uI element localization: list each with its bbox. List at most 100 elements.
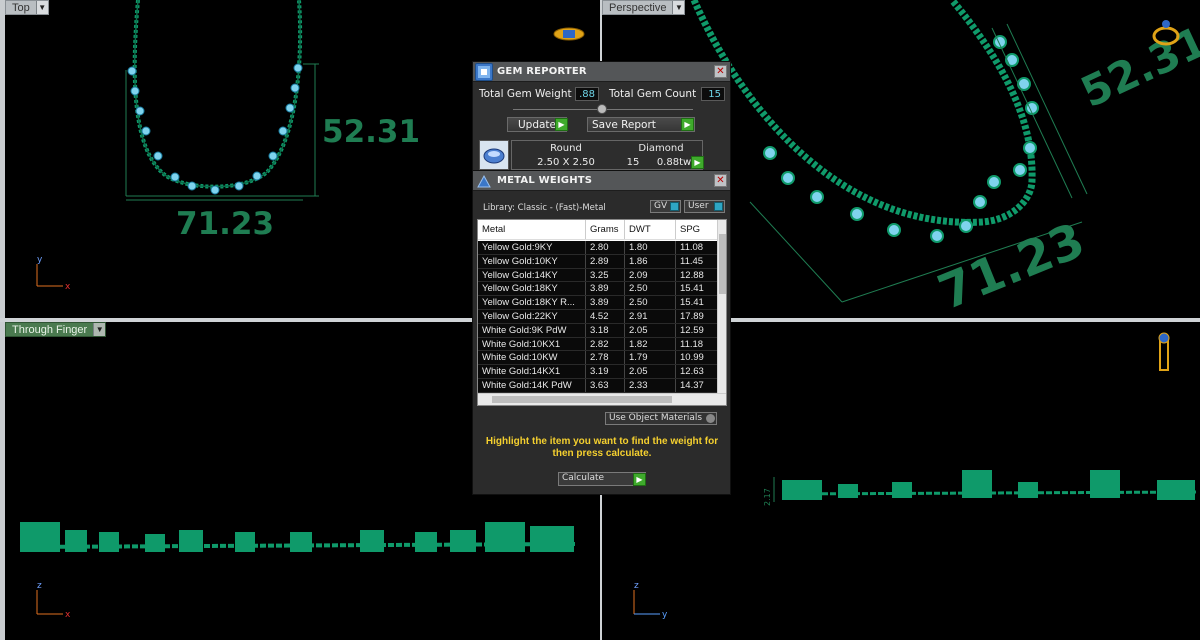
column-header[interactable]: Metal (478, 220, 586, 239)
close-icon[interactable]: ✕ (714, 174, 727, 187)
dimension-lines (125, 63, 319, 201)
vertical-scrollbar[interactable] (717, 220, 726, 395)
table-cell: 1.86 (625, 254, 676, 268)
viewport-label-top[interactable]: Top ▼ (5, 0, 49, 15)
table-cell: 2.78 (586, 351, 625, 365)
chevron-down-icon[interactable] (714, 202, 723, 211)
ring-side-icon (1158, 332, 1170, 371)
table-cell: 2.05 (625, 365, 676, 378)
save-report-button[interactable]: Save Report (587, 117, 695, 132)
play-icon[interactable]: ▶ (681, 118, 694, 131)
table-row[interactable]: White Gold:14KX1 3.19 2.05 12.63 (478, 365, 718, 379)
viewport-label-through-finger[interactable]: Through Finger ▼ (5, 322, 107, 337)
gem-row[interactable]: Round Diamond 2.50 X 2.50 15 0.88tw (511, 140, 703, 170)
table-row[interactable]: Yellow Gold:18KY R... 3.89 2.50 15.41 (478, 296, 718, 310)
table-cell: Yellow Gold:18KY R... (478, 296, 586, 309)
gem-reporter-logo-icon (475, 63, 493, 81)
table-cell: 2.05 (625, 323, 676, 337)
gem-count: 15 (626, 157, 640, 168)
viewport-label-perspective[interactable]: Perspective ▼ (602, 0, 686, 15)
round-diamond-icon (479, 140, 509, 170)
gv-select[interactable]: GV (650, 200, 681, 213)
table-cell: 14.37 (676, 379, 718, 392)
table-cell: 17.89 (676, 310, 718, 323)
side-gem-settings (20, 522, 574, 552)
table-cell: 12.63 (676, 365, 718, 378)
table-cell: 3.18 (586, 323, 625, 337)
user-select[interactable]: User (684, 200, 725, 213)
svg-text:y: y (37, 255, 43, 265)
height-dimension-label: 52.31 (1074, 17, 1200, 118)
table-cell: 3.63 (586, 379, 625, 392)
table-cell: 2.50 (625, 296, 676, 309)
table-cell: White Gold:9K PdW (478, 323, 586, 337)
table-cell: 2.82 (586, 337, 625, 351)
toggle-icon[interactable] (706, 414, 715, 423)
table-row[interactable]: White Gold:14K PdW 3.63 2.33 14.37 (478, 379, 718, 393)
table-cell: 3.89 (586, 282, 625, 296)
play-icon[interactable]: ▶ (691, 156, 704, 169)
total-gem-weight-value: .88 (575, 87, 599, 101)
table-row[interactable]: White Gold:10KW 2.78 1.79 10.99 (478, 351, 718, 366)
chevron-down-icon[interactable] (670, 202, 679, 211)
width-dimension-label: 71.23 (176, 206, 274, 242)
gem-shape: Round (550, 143, 582, 154)
metal-weights-table[interactable]: Metal Grams DWT SPG Yellow Gold:9KY 2.80 1… (477, 219, 727, 406)
table-cell: Yellow Gold:9KY (478, 241, 586, 254)
column-header[interactable]: DWT (625, 220, 676, 239)
table-cell: 2.09 (625, 268, 676, 282)
axis-indicator: y x (36, 255, 71, 292)
play-icon[interactable]: ▶ (555, 118, 568, 131)
table-cell: White Gold:14KX1 (478, 365, 586, 378)
table-cell: White Gold:14K PdW (478, 379, 586, 392)
table-row[interactable]: Yellow Gold:10KY 2.89 1.86 11.45 (478, 254, 718, 269)
table-row[interactable]: Yellow Gold:14KY 3.25 2.09 12.88 (478, 268, 718, 283)
table-cell: Yellow Gold:14KY (478, 268, 586, 282)
table-cell: 2.89 (586, 254, 625, 268)
table-cell: White Gold:10KX1 (478, 337, 586, 351)
chevron-down-icon[interactable]: ▼ (35, 1, 48, 14)
table-cell: 3.25 (586, 268, 625, 282)
table-cell: 2.33 (625, 379, 676, 392)
height-dimension-label: 52.31 (322, 114, 420, 150)
table-cell: Yellow Gold:22KY (478, 310, 586, 323)
table-cell: 15.41 (676, 282, 718, 296)
table-header: Metal Grams DWT SPG (478, 220, 718, 240)
gem-reporter-icon (553, 27, 585, 41)
close-icon[interactable]: ✕ (714, 65, 727, 78)
table-cell: 12.59 (676, 323, 718, 337)
slider-handle[interactable] (597, 104, 607, 114)
table-row[interactable]: Yellow Gold:18KY 3.89 2.50 15.41 (478, 282, 718, 297)
table-row[interactable]: Yellow Gold:9KY 2.80 1.80 11.08 (478, 241, 718, 255)
svg-text:z: z (37, 581, 42, 591)
app-window: 52.31 71.23 y x Top ▼ 52.31 71.23 Perspe… (0, 0, 1200, 640)
column-header[interactable]: Grams (586, 220, 625, 239)
play-icon[interactable]: ▶ (633, 473, 646, 486)
svg-text:x: x (65, 282, 71, 292)
table-cell: Yellow Gold:10KY (478, 254, 586, 268)
gem-reporter-titlebar[interactable]: GEM REPORTER ✕ (473, 62, 730, 82)
gem-set (127, 63, 303, 195)
column-header[interactable]: SPG (676, 220, 718, 239)
table-row[interactable]: White Gold:10KX1 2.82 1.82 11.18 (478, 337, 718, 352)
gem-size: 2.50 X 2.50 (537, 157, 595, 168)
svg-text:y: y (662, 610, 668, 620)
height-dimension-label: 2.17 (763, 488, 772, 506)
side-gem-settings (782, 470, 1195, 500)
table-cell: 1.79 (625, 351, 676, 365)
metal-weights-titlebar[interactable]: METAL WEIGHTS ✕ (473, 171, 730, 191)
table-row[interactable]: Yellow Gold:22KY 4.52 2.91 17.89 (478, 310, 718, 324)
table-cell: 1.80 (625, 241, 676, 254)
table-cell: 11.45 (676, 254, 718, 268)
table-cell: 11.08 (676, 241, 718, 254)
horizontal-scrollbar[interactable] (478, 393, 726, 405)
scale-icon (475, 172, 493, 190)
chevron-down-icon[interactable]: ▼ (93, 323, 106, 336)
chevron-down-icon[interactable]: ▼ (672, 1, 685, 14)
table-cell: White Gold:10KW (478, 351, 586, 365)
width-dimension-label: 71.23 (931, 212, 1093, 318)
table-row[interactable]: White Gold:9K PdW 3.18 2.05 12.59 (478, 323, 718, 338)
use-object-materials-toggle[interactable]: Use Object Materials (605, 412, 717, 425)
table-cell: 12.88 (676, 268, 718, 282)
svg-text:x: x (65, 610, 71, 620)
